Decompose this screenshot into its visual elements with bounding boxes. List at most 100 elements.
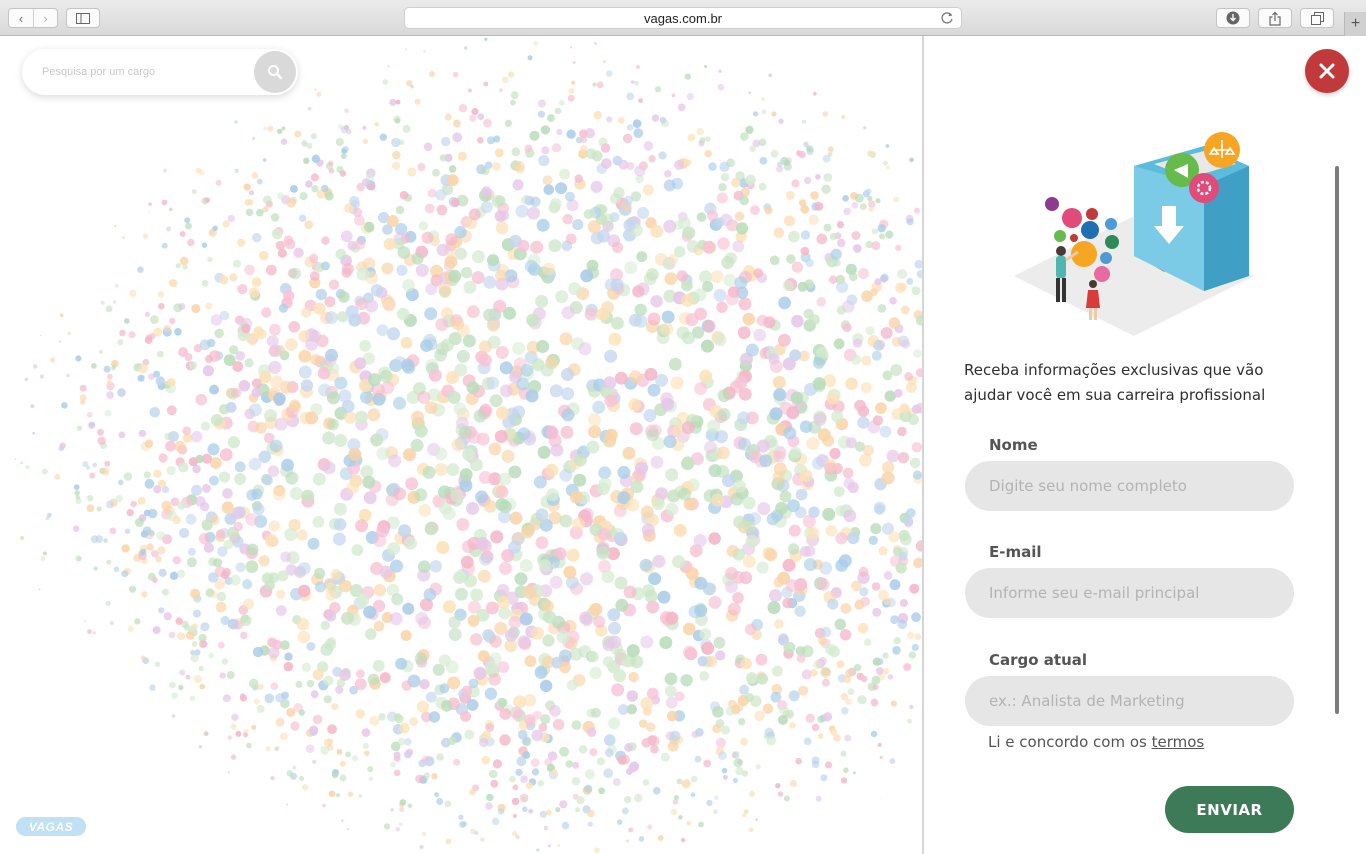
career-bubble[interactable] — [222, 488, 233, 499]
career-bubble[interactable] — [204, 731, 209, 736]
career-bubble[interactable] — [253, 698, 260, 705]
career-bubble[interactable] — [374, 122, 379, 127]
career-bubble[interactable] — [764, 548, 778, 562]
career-bubble[interactable] — [639, 558, 653, 572]
career-bubble[interactable] — [221, 658, 228, 665]
career-bubble[interactable] — [808, 506, 820, 518]
career-bubble[interactable] — [152, 626, 161, 635]
career-bubble[interactable] — [382, 79, 389, 85]
career-bubble[interactable] — [144, 439, 154, 448]
career-bubble[interactable] — [648, 155, 656, 163]
career-bubble[interactable] — [354, 410, 368, 424]
career-bubble[interactable] — [185, 222, 192, 230]
career-bubble[interactable] — [490, 779, 499, 788]
career-bubble[interactable] — [201, 279, 209, 287]
career-bubble[interactable] — [845, 698, 852, 705]
career-bubble[interactable] — [635, 65, 640, 69]
career-bubble[interactable] — [854, 193, 864, 203]
career-bubble[interactable] — [803, 737, 812, 746]
career-bubble[interactable] — [886, 165, 890, 170]
career-bubble[interactable] — [219, 672, 226, 679]
career-bubble[interactable] — [251, 378, 262, 389]
career-bubble[interactable] — [893, 637, 901, 645]
career-bubble[interactable] — [370, 284, 384, 297]
career-bubble[interactable] — [722, 474, 735, 488]
career-bubble[interactable] — [324, 191, 334, 201]
career-bubble[interactable] — [762, 703, 774, 715]
career-bubble[interactable] — [788, 690, 800, 702]
career-bubble[interactable] — [95, 535, 104, 543]
career-bubble[interactable] — [399, 806, 405, 813]
career-bubble[interactable] — [227, 735, 232, 740]
career-bubble[interactable] — [516, 756, 527, 767]
career-bubble[interactable] — [497, 510, 511, 524]
career-bubble[interactable] — [568, 282, 582, 296]
career-bubble[interactable] — [795, 488, 808, 501]
career-bubble[interactable] — [634, 80, 639, 86]
career-bubble[interactable] — [531, 768, 540, 776]
career-bubble[interactable] — [716, 446, 730, 460]
career-bubble[interactable] — [191, 189, 197, 195]
career-bubble[interactable] — [469, 789, 476, 796]
career-bubble[interactable] — [517, 427, 531, 441]
career-bubble[interactable] — [379, 369, 393, 383]
career-bubble[interactable] — [538, 155, 550, 167]
career-bubble[interactable] — [220, 615, 230, 626]
career-bubble[interactable] — [556, 630, 570, 644]
career-bubble[interactable] — [289, 267, 302, 280]
career-bubble[interactable] — [245, 560, 259, 574]
career-bubble[interactable] — [678, 815, 683, 820]
career-bubble[interactable] — [509, 511, 523, 525]
career-bubble[interactable] — [738, 718, 746, 726]
career-bubble[interactable] — [778, 296, 791, 310]
career-bubble[interactable] — [14, 458, 16, 460]
career-bubble[interactable] — [613, 187, 625, 199]
career-bubble[interactable] — [446, 463, 460, 477]
career-bubble[interactable] — [883, 597, 892, 606]
career-bubble[interactable] — [339, 669, 351, 681]
career-bubble[interactable] — [444, 800, 452, 808]
career-bubble[interactable] — [756, 439, 770, 453]
career-bubble[interactable] — [614, 531, 627, 545]
career-bubble[interactable] — [208, 652, 215, 659]
career-bubble[interactable] — [400, 336, 413, 349]
career-bubble[interactable] — [710, 270, 724, 284]
career-bubble[interactable] — [742, 813, 746, 818]
career-bubble[interactable] — [460, 710, 472, 722]
career-bubble[interactable] — [699, 671, 710, 681]
career-bubble-map[interactable]: VAGAS — [0, 36, 922, 854]
career-bubble[interactable] — [647, 312, 661, 326]
career-bubble[interactable] — [25, 464, 30, 470]
career-bubble[interactable] — [178, 347, 189, 358]
career-bubble[interactable] — [394, 118, 401, 124]
career-bubble[interactable] — [686, 93, 694, 101]
career-bubble[interactable] — [515, 768, 523, 776]
career-bubble[interactable] — [875, 198, 881, 204]
career-bubble[interactable] — [233, 259, 241, 268]
career-bubble[interactable] — [334, 434, 347, 447]
career-bubble[interactable] — [605, 748, 614, 757]
career-bubble[interactable] — [803, 558, 817, 572]
career-bubble[interactable] — [234, 168, 239, 174]
career-bubble[interactable] — [328, 160, 334, 166]
career-bubble[interactable] — [755, 818, 758, 821]
career-bubble[interactable] — [285, 338, 298, 351]
career-bubble[interactable] — [185, 630, 195, 640]
career-bubble[interactable] — [431, 773, 438, 780]
career-bubble[interactable] — [157, 291, 165, 298]
career-bubble[interactable] — [547, 114, 555, 122]
career-bubble[interactable] — [231, 713, 239, 721]
career-bubble[interactable] — [345, 751, 351, 758]
career-bubble[interactable] — [199, 640, 207, 648]
career-bubble[interactable] — [737, 411, 751, 425]
career-bubble[interactable] — [541, 146, 550, 155]
panel-scrollbar[interactable] — [1335, 166, 1339, 714]
career-bubble[interactable] — [672, 555, 686, 569]
career-bubble[interactable] — [880, 798, 882, 800]
career-bubble[interactable] — [314, 88, 317, 91]
career-bubble[interactable] — [362, 125, 367, 130]
career-bubble[interactable] — [761, 109, 767, 115]
career-bubble[interactable] — [379, 672, 391, 684]
career-bubble[interactable] — [103, 538, 108, 543]
career-bubble[interactable] — [695, 727, 704, 737]
